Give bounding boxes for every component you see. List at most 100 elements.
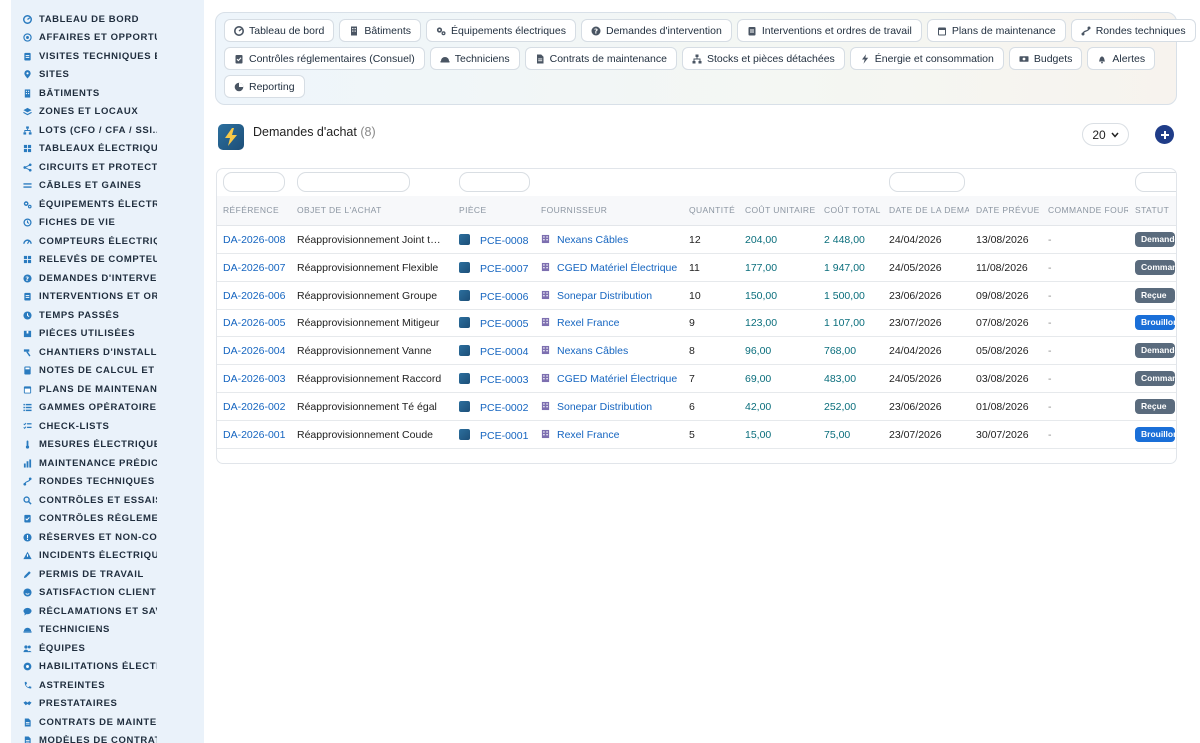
page-size-select[interactable]: 20: [1082, 123, 1129, 146]
sidebar-item[interactable]: FICHES DE VIE: [11, 214, 204, 233]
sidebar-item[interactable]: RÉCLAMATIONS ET SAV: [11, 602, 204, 621]
table-row[interactable]: DA-2026-001 Réapprovisionnement Coude PC…: [217, 421, 1176, 449]
reference-link[interactable]: DA-2026-001: [223, 429, 285, 441]
table-row[interactable]: DA-2026-005 Réapprovisionnement Mitigeur…: [217, 309, 1176, 338]
sidebar-item[interactable]: RÉSERVES ET NON-CONFORMITÉS: [11, 528, 204, 547]
filter-piece-input[interactable]: [459, 172, 530, 192]
piece-link[interactable]: PCE-0002: [459, 400, 539, 414]
sidebar-item[interactable]: CONTRÔLES RÉGLEMENTAIRES: [11, 510, 204, 529]
sidebar-item[interactable]: INCIDENTS ÉLECTRIQUES: [11, 547, 204, 566]
sidebar-item[interactable]: PIÈCES UTILISÉES: [11, 325, 204, 344]
tab[interactable]: Interventions et ordres de travail: [736, 19, 922, 42]
tab[interactable]: Énergie et consommation: [849, 47, 1004, 70]
sidebar-item[interactable]: TABLEAUX ÉLECTRIQUES: [11, 140, 204, 159]
sidebar-item[interactable]: INTERVENTIONS ET ORDRES: [11, 288, 204, 307]
add-button[interactable]: [1155, 125, 1174, 144]
piece-link[interactable]: PCE-0001: [459, 428, 539, 442]
tab[interactable]: Budgets: [1008, 47, 1083, 70]
sidebar-item[interactable]: PERMIS DE TRAVAIL: [11, 565, 204, 584]
sidebar-item[interactable]: BÂTIMENTS: [11, 84, 204, 103]
column-header[interactable]: COMMANDE FOURNISSEUR: [1048, 205, 1128, 215]
piece-link[interactable]: PCE-0005: [459, 317, 539, 330]
table-row[interactable]: DA-2026-008 Réapprovisionnement Joint to…: [217, 226, 1176, 254]
sidebar-item[interactable]: PLANS DE MAINTENANCE: [11, 380, 204, 399]
sidebar-item[interactable]: TEMPS PASSÉS: [11, 306, 204, 325]
reference-link[interactable]: DA-2026-007: [223, 262, 285, 274]
tab[interactable]: Alertes: [1087, 47, 1156, 70]
sidebar-item[interactable]: TECHNICIENS: [11, 621, 204, 640]
tab[interactable]: Techniciens: [429, 47, 520, 70]
sidebar-item[interactable]: MESURES ÉLECTRIQUES: [11, 436, 204, 455]
tab[interactable]: Contrôles réglementaires (Consuel): [224, 47, 425, 70]
piece-link[interactable]: PCE-0004: [459, 345, 539, 358]
sidebar-item[interactable]: GAMMES OPÉRATOIRES: [11, 399, 204, 418]
piece-link[interactable]: PCE-0006: [459, 289, 539, 303]
sidebar-item[interactable]: CIRCUITS ET PROTECTIONS: [11, 158, 204, 177]
tab[interactable]: Stocks et pièces détachées: [681, 47, 845, 70]
column-header[interactable]: COÛT UNITAIRE: [745, 205, 817, 215]
reference-link[interactable]: DA-2026-006: [223, 290, 285, 302]
reference-link[interactable]: DA-2026-004: [223, 345, 285, 357]
piece-link[interactable]: PCE-0003: [459, 373, 539, 386]
sidebar-item[interactable]: MAINTENANCE PRÉDICTIVE: [11, 454, 204, 473]
column-header[interactable]: RÉFÉRENCE: [223, 205, 285, 215]
column-header[interactable]: DATE DE LA DEMANDE: [889, 205, 969, 215]
sidebar-item[interactable]: ? DEMANDES D'INTERVENTION: [11, 269, 204, 288]
sidebar-item[interactable]: ÉQUIPES: [11, 639, 204, 658]
fournisseur-link[interactable]: CGED Matériel Électrique: [541, 373, 687, 385]
sidebar-item[interactable]: ZONES ET LOCAUX: [11, 103, 204, 122]
reference-link[interactable]: DA-2026-005: [223, 317, 285, 329]
tab[interactable]: Reporting: [224, 75, 305, 98]
sidebar-item[interactable]: ÉQUIPEMENTS ÉLECTRIQUES: [11, 195, 204, 214]
column-header[interactable]: COÛT TOTAL: [824, 205, 884, 215]
piece-link[interactable]: PCE-0008: [459, 234, 539, 247]
column-header[interactable]: DATE PRÉVUE: [976, 205, 1042, 215]
filter-date-demande-input[interactable]: [889, 172, 965, 192]
sidebar-item[interactable]: MODÈLES DE CONTRATS: [11, 732, 204, 743]
fournisseur-link[interactable]: Nexans Câbles: [541, 345, 687, 357]
sidebar-item[interactable]: VISITES TECHNIQUES ET: [11, 47, 204, 66]
table-row[interactable]: DA-2026-003 Réapprovisionnement Raccord …: [217, 365, 1176, 393]
sidebar-item[interactable]: CHANTIERS D'INSTALLATION: [11, 343, 204, 362]
sidebar-item[interactable]: CONTRÔLES ET ESSAIS: [11, 491, 204, 510]
piece-link[interactable]: PCE-0007: [459, 261, 539, 275]
column-header[interactable]: FOURNISSEUR: [541, 205, 681, 215]
table-row[interactable]: DA-2026-004 Réapprovisionnement Vanne PC…: [217, 337, 1176, 366]
sidebar-item[interactable]: LOTS (CFO / CFA / SSI...): [11, 121, 204, 140]
reference-link[interactable]: DA-2026-008: [223, 234, 285, 246]
sidebar-item[interactable]: SITES: [11, 66, 204, 85]
table-row[interactable]: DA-2026-006 Réapprovisionnement Groupe P…: [217, 282, 1176, 310]
sidebar-item[interactable]: RONDES TECHNIQUES: [11, 473, 204, 492]
filter-statut-input[interactable]: [1135, 172, 1176, 192]
filter-objet-input[interactable]: [297, 172, 410, 192]
table-row[interactable]: DA-2026-002 Réapprovisionnement Té égal …: [217, 393, 1176, 421]
fournisseur-link[interactable]: Nexans Câbles: [541, 234, 687, 246]
fournisseur-link[interactable]: Sonepar Distribution: [541, 401, 687, 413]
reference-link[interactable]: DA-2026-002: [223, 401, 285, 413]
sidebar-item[interactable]: COMPTEURS ÉLECTRIQUES: [11, 232, 204, 251]
sidebar-item[interactable]: CHECK-LISTS: [11, 417, 204, 436]
tab[interactable]: Équipements électriques: [426, 19, 576, 42]
sidebar-item[interactable]: CÂBLES ET GAINES: [11, 177, 204, 196]
fournisseur-link[interactable]: Rexel France: [541, 317, 687, 329]
tab[interactable]: Rondes techniques: [1070, 19, 1196, 42]
column-header[interactable]: OBJET DE L'ACHAT: [297, 205, 449, 215]
sidebar-item[interactable]: RELEVÉS DE COMPTEURS: [11, 251, 204, 270]
fournisseur-link[interactable]: Rexel France: [541, 429, 687, 441]
fournisseur-link[interactable]: Sonepar Distribution: [541, 290, 687, 302]
sidebar-item[interactable]: PRESTATAIRES: [11, 695, 204, 714]
tab[interactable]: ? Demandes d'intervention: [580, 19, 732, 42]
filter-reference-input[interactable]: [223, 172, 285, 192]
tab[interactable]: Contrats de maintenance: [524, 47, 677, 70]
sidebar-item[interactable]: ASTREINTES: [11, 676, 204, 695]
column-header[interactable]: STATUT: [1135, 205, 1175, 215]
sidebar-item[interactable]: HABILITATIONS ÉLECTRIQUES: [11, 658, 204, 677]
column-header[interactable]: QUANTITÉ: [689, 205, 739, 215]
sidebar-item[interactable]: AFFAIRES ET OPPORTUNITÉS: [11, 29, 204, 48]
column-header[interactable]: PIÈCE: [459, 205, 529, 215]
table-row[interactable]: DA-2026-007 Réapprovisionnement Flexible…: [217, 254, 1176, 282]
sidebar-item[interactable]: NOTES DE CALCUL ET ÉTUDES: [11, 362, 204, 381]
tab[interactable]: Tableau de bord: [224, 19, 335, 42]
fournisseur-link[interactable]: CGED Matériel Électrique: [541, 262, 687, 274]
sidebar-item[interactable]: SATISFACTION CLIENT: [11, 584, 204, 603]
